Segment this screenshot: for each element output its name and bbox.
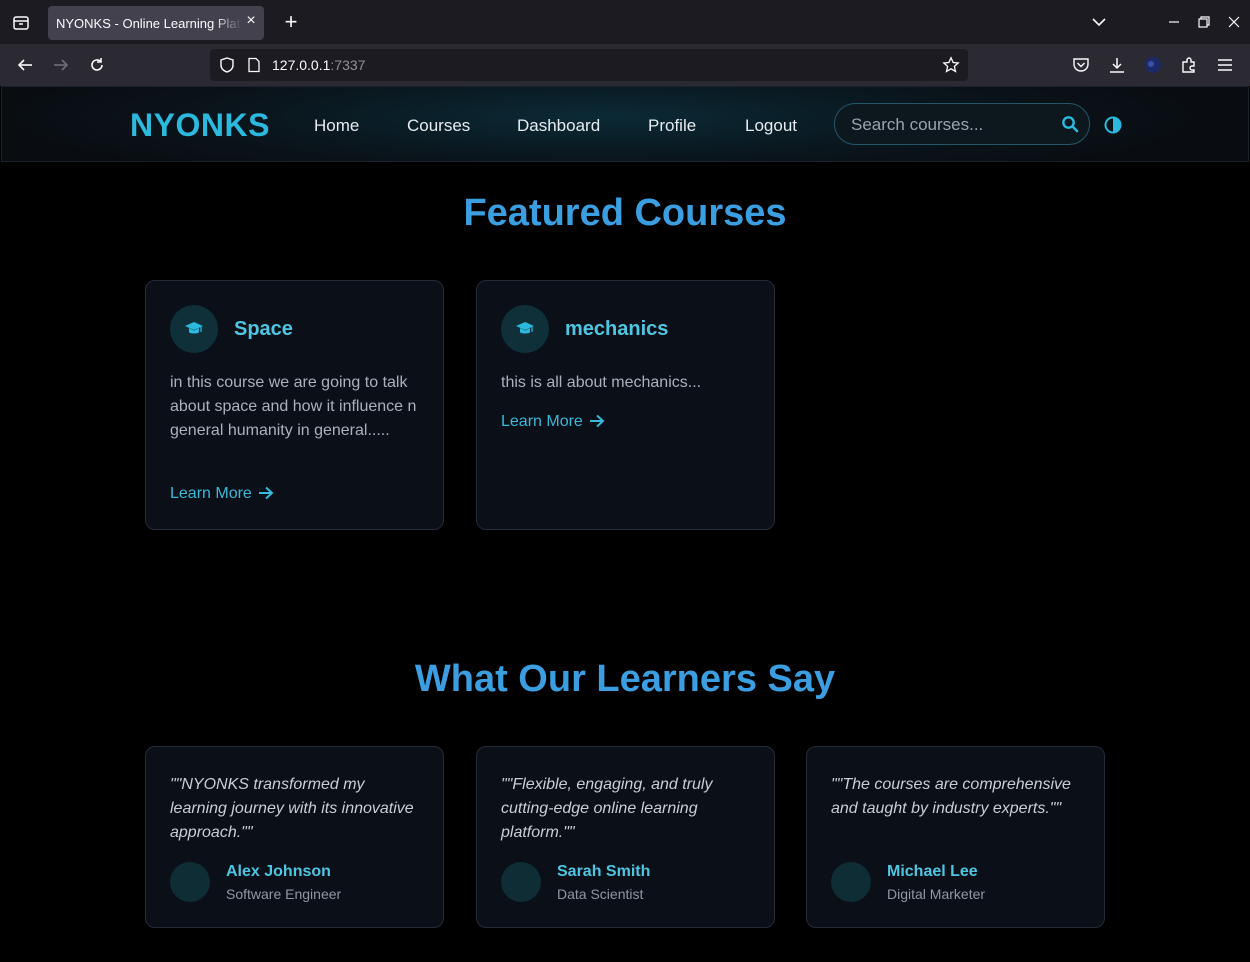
nav-link-profile[interactable]: Profile — [648, 116, 696, 136]
learn-more-label: Learn More — [170, 485, 252, 502]
testimonial-role: Data Scientist — [557, 886, 644, 902]
course-badge — [170, 305, 218, 353]
course-card: mechanics this is all about mechanics...… — [476, 280, 775, 530]
page-info-icon[interactable] — [246, 57, 262, 73]
shield-icon[interactable] — [218, 56, 236, 74]
course-title[interactable]: mechanics — [565, 318, 668, 341]
bookmark-star-icon[interactable] — [942, 56, 960, 74]
url-port: :7337 — [330, 57, 366, 73]
avatar — [501, 862, 541, 902]
nav-link-home[interactable]: Home — [314, 116, 359, 136]
tab-overflow-chevron-icon[interactable] — [1089, 12, 1109, 32]
testimonial-quote: ""The courses are comprehensive and taug… — [831, 776, 1071, 817]
avatar — [170, 862, 210, 902]
testimonial-card: ""The courses are comprehensive and taug… — [806, 746, 1105, 928]
address-bar[interactable]: 127.0.0.1:7337 — [210, 49, 968, 81]
testimonial-quote: ""Flexible, engaging, and truly cutting-… — [501, 776, 713, 841]
pocket-icon[interactable] — [1071, 55, 1091, 75]
tab-close-icon[interactable]: × — [244, 13, 258, 29]
browser-tab-bar: NYONKS - Online Learning Platform × + — [0, 0, 1250, 44]
tab-list-icon[interactable] — [12, 14, 30, 32]
search-input[interactable] — [851, 114, 1051, 136]
new-tab-icon[interactable]: + — [281, 11, 301, 33]
course-title[interactable]: Space — [234, 318, 293, 341]
search-box — [834, 103, 1090, 145]
downloads-icon[interactable] — [1107, 55, 1127, 75]
site-header: NYONKS Home Courses Dashboard Profile Lo… — [1, 86, 1249, 162]
account-avatar-icon[interactable] — [1143, 55, 1163, 75]
browser-nav-bar: 127.0.0.1:7337 — [0, 44, 1250, 86]
arrow-right-icon — [258, 486, 274, 500]
testimonials-heading: What Our Learners Say — [414, 658, 836, 700]
graduation-cap-icon — [516, 322, 534, 334]
nav-link-courses[interactable]: Courses — [407, 116, 470, 136]
menu-hamburger-icon[interactable] — [1215, 55, 1235, 75]
featured-courses-heading: Featured Courses — [463, 192, 787, 234]
testimonial-author: Michael Lee — [887, 863, 978, 880]
nav-link-logout[interactable]: Logout — [745, 116, 797, 136]
avatar — [831, 862, 871, 902]
url-host: 127.0.0.1 — [272, 57, 331, 73]
testimonial-quote: ""NYONKS transformed my learning journey… — [170, 776, 414, 841]
forward-icon[interactable] — [51, 55, 71, 75]
tab-title: NYONKS - Online Learning Platform — [56, 16, 242, 31]
testimonial-role: Digital Marketer — [887, 886, 986, 902]
course-card: Space in this course we are going to tal… — [145, 280, 444, 530]
course-badge — [501, 305, 549, 353]
testimonial-author: Sarah Smith — [557, 863, 651, 880]
brand-logo[interactable]: NYONKS — [130, 107, 270, 144]
course-description: in this course we are going to talk abou… — [170, 374, 417, 439]
testimonial-author: Alex Johnson — [226, 863, 331, 880]
theme-toggle-icon[interactable] — [1104, 116, 1122, 134]
minimize-icon[interactable] — [1164, 12, 1184, 32]
close-window-icon[interactable] — [1224, 12, 1244, 32]
learn-more-link[interactable]: Learn More — [501, 413, 605, 431]
browser-tab-active[interactable]: NYONKS - Online Learning Platform × — [48, 6, 264, 40]
url-text: 127.0.0.1:7337 — [272, 57, 365, 73]
learn-more-link[interactable]: Learn More — [170, 485, 274, 503]
nav-link-dashboard[interactable]: Dashboard — [517, 116, 600, 136]
arrow-right-icon — [589, 414, 605, 428]
testimonial-role: Software Engineer — [226, 886, 342, 902]
testimonial-card: ""Flexible, engaging, and truly cutting-… — [476, 746, 775, 928]
course-description: this is all about mechanics... — [501, 374, 702, 391]
reload-icon[interactable] — [87, 55, 107, 75]
back-icon[interactable] — [15, 55, 35, 75]
testimonial-card: ""NYONKS transformed my learning journey… — [145, 746, 444, 928]
search-icon[interactable] — [1061, 115, 1079, 133]
restore-icon[interactable] — [1194, 12, 1214, 32]
extensions-icon[interactable] — [1179, 55, 1199, 75]
graduation-cap-icon — [185, 322, 203, 334]
learn-more-label: Learn More — [501, 413, 583, 430]
